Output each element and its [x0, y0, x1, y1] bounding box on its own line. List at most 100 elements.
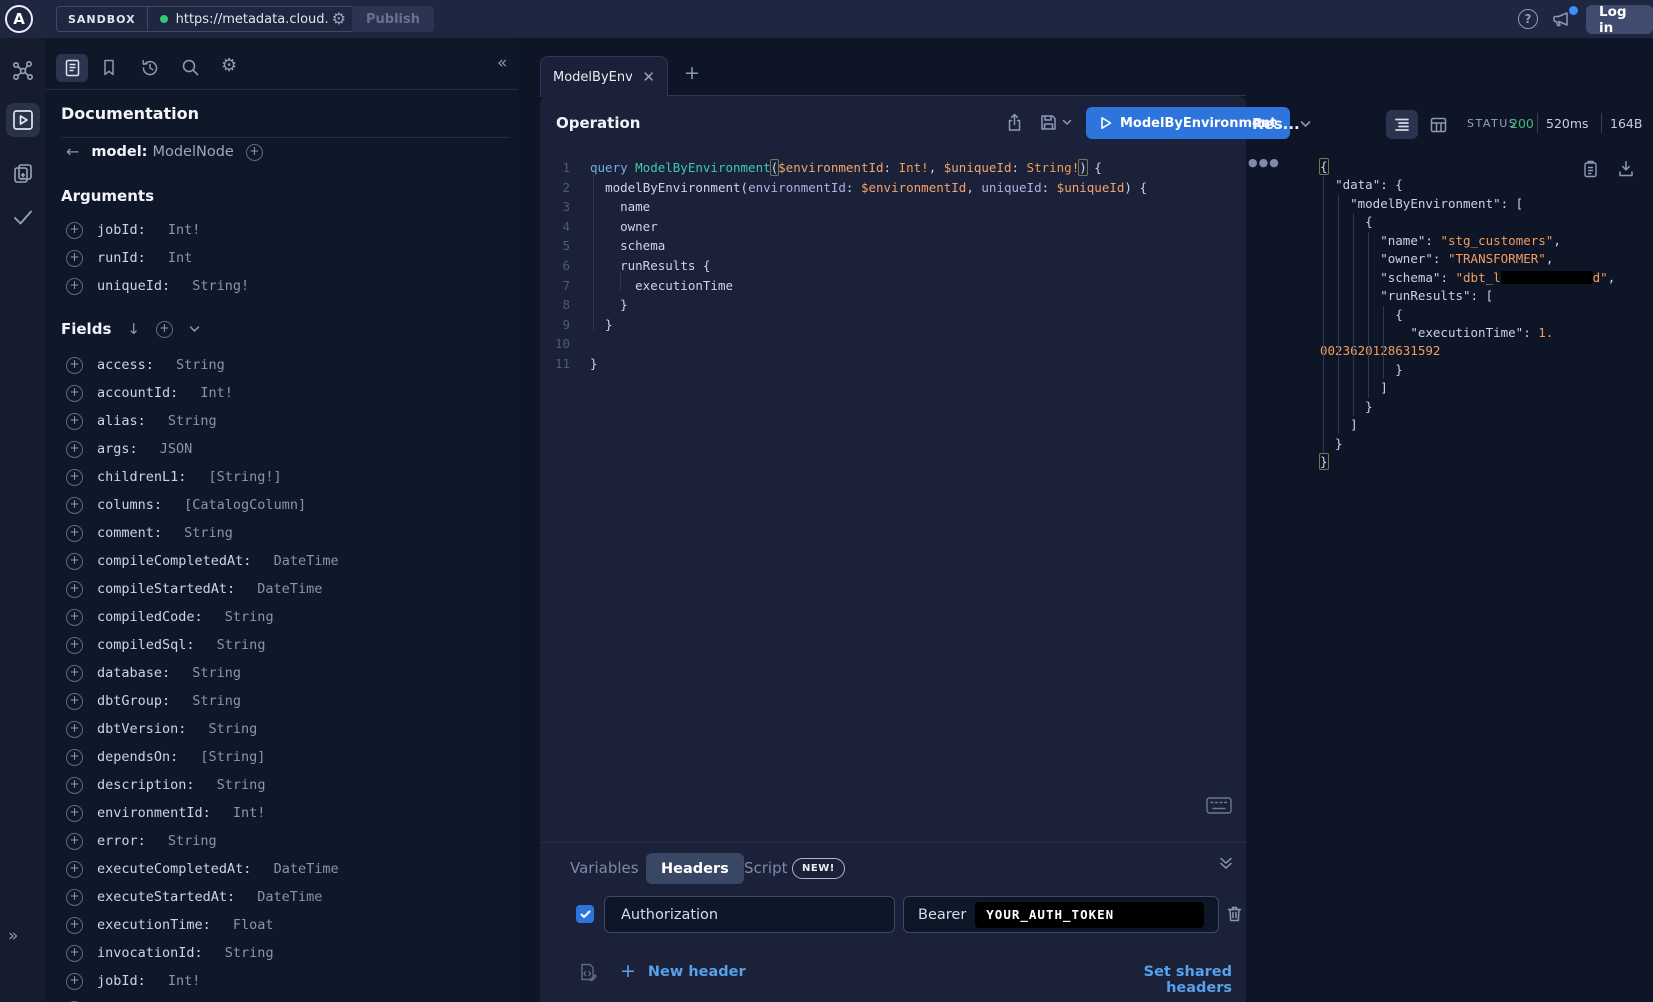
sort-fields-icon[interactable]: ↓ — [127, 320, 140, 338]
field-type[interactable]: Int — [160, 250, 193, 266]
preview-headers-icon[interactable] — [578, 962, 597, 983]
field-name[interactable]: dbtVersion: — [97, 721, 186, 737]
add-field-to-query-icon[interactable]: + — [66, 413, 83, 430]
field-name[interactable]: error: — [97, 833, 146, 849]
field-type[interactable]: String — [168, 357, 225, 373]
field-name[interactable]: compiledSql: — [97, 637, 195, 653]
response-chevron-down-icon[interactable] — [1300, 120, 1311, 128]
field-type[interactable]: Int! — [160, 222, 201, 238]
field-type[interactable]: Int! — [192, 385, 233, 401]
field-name[interactable]: environmentId: — [97, 805, 211, 821]
save-operation-icon[interactable] — [1040, 114, 1057, 131]
field-name[interactable]: jobId: — [97, 973, 146, 989]
add-field-to-query-icon[interactable]: + — [66, 278, 83, 295]
explorer-settings-gear-icon[interactable]: ⚙ — [221, 57, 237, 75]
field-name[interactable]: runId: — [97, 250, 146, 266]
add-field-to-query-icon[interactable]: + — [66, 357, 83, 374]
add-field-to-query-icon[interactable]: + — [66, 777, 83, 794]
new-header-button[interactable]: + New header — [620, 962, 746, 981]
code-line[interactable]: 1query ModelByEnvironment($environmentId… — [544, 158, 1147, 178]
add-field-to-query-icon[interactable]: + — [66, 469, 83, 486]
code-line[interactable]: 4 owner — [544, 217, 1147, 237]
schema-graph-icon[interactable] — [11, 59, 35, 83]
tab-script[interactable]: Script — [744, 859, 788, 877]
field-type[interactable]: [String!] — [200, 469, 281, 485]
field-name[interactable]: comment: — [97, 525, 162, 541]
add-field-to-query-icon[interactable]: + — [66, 917, 83, 934]
add-field-to-query-icon[interactable]: + — [66, 833, 83, 850]
field-name[interactable]: jobId: — [97, 222, 146, 238]
code-line[interactable]: 11} — [544, 354, 1147, 374]
endpoint-url-input[interactable]: https://metadata.cloud.get — [176, 12, 328, 27]
add-field-to-query-icon[interactable]: + — [66, 721, 83, 738]
code-line[interactable]: 5 schema — [544, 236, 1147, 256]
field-name[interactable]: description: — [97, 777, 195, 793]
response-json-viewer[interactable]: { "data": { "modelByEnvironment": [ { "n… — [1320, 158, 1615, 471]
field-type[interactable]: String — [160, 833, 217, 849]
field-type[interactable]: String — [217, 945, 274, 961]
history-icon[interactable] — [140, 58, 160, 78]
field-name[interactable]: childrenL1: — [97, 469, 186, 485]
field-name[interactable]: uniqueId: — [97, 278, 170, 294]
add-field-to-query-icon[interactable]: + — [66, 385, 83, 402]
add-field-to-query-icon[interactable]: + — [66, 497, 83, 514]
field-type[interactable]: Int! — [160, 973, 201, 989]
new-tab-icon[interactable]: + — [684, 64, 700, 83]
table-view-icon[interactable] — [1430, 117, 1447, 133]
collapse-doc-panel-icon[interactable]: « — [497, 55, 507, 72]
field-name[interactable]: invocationId: — [97, 945, 203, 961]
field-type[interactable]: JSON — [152, 441, 193, 457]
field-type[interactable]: DateTime — [265, 553, 338, 569]
field-name[interactable]: dependsOn: — [97, 749, 178, 765]
add-all-fields-icon[interactable]: + — [156, 321, 173, 338]
field-name[interactable]: dbtGroup: — [97, 693, 170, 709]
field-type[interactable]: String — [176, 525, 233, 541]
add-field-to-query-icon[interactable]: + — [66, 637, 83, 654]
tab-variables[interactable]: Variables — [570, 859, 639, 877]
add-field-to-query-icon[interactable]: + — [66, 973, 83, 990]
field-type[interactable]: String — [209, 777, 266, 793]
add-field-to-query-icon[interactable]: + — [66, 222, 83, 239]
delete-header-trash-icon[interactable] — [1226, 905, 1243, 923]
field-type[interactable]: String — [160, 413, 217, 429]
field-type[interactable]: Int! — [225, 805, 266, 821]
field-type[interactable]: String! — [184, 278, 249, 294]
close-tab-icon[interactable]: ✕ — [642, 70, 655, 85]
add-field-to-query-icon[interactable]: + — [66, 553, 83, 570]
field-type[interactable]: String — [200, 721, 257, 737]
collections-icon[interactable] — [11, 161, 35, 185]
checks-icon[interactable] — [11, 205, 35, 229]
add-field-to-query-icon[interactable]: + — [66, 665, 83, 682]
field-name[interactable]: compileCompletedAt: — [97, 553, 251, 569]
endpoint-settings-gear-icon[interactable]: ⚙ — [332, 11, 346, 27]
add-field-to-query-icon[interactable]: + — [66, 749, 83, 766]
field-type[interactable]: Float — [225, 917, 274, 933]
field-name[interactable]: accountId: — [97, 385, 178, 401]
add-field-to-query-icon[interactable]: + — [66, 609, 83, 626]
add-field-to-query-icon[interactable]: + — [66, 805, 83, 822]
set-shared-headers-link[interactable]: Set shared headers — [1100, 964, 1232, 996]
code-line[interactable]: 8 } — [544, 295, 1147, 315]
field-name[interactable]: alias: — [97, 413, 146, 429]
field-name[interactable]: executeStartedAt: — [97, 889, 235, 905]
back-arrow-icon[interactable]: ← — [66, 144, 79, 160]
operation-tab[interactable]: ModelByEnvi... ✕ — [540, 56, 668, 97]
field-name[interactable]: compiledCode: — [97, 609, 203, 625]
field-type[interactable]: DateTime — [249, 889, 322, 905]
expand-rail-icon[interactable]: » — [8, 928, 18, 945]
add-field-to-query-icon[interactable]: + — [66, 441, 83, 458]
collapse-request-panel-icon[interactable] — [1218, 855, 1234, 871]
header-value-input[interactable]: Bearer YOUR_AUTH_TOKEN — [903, 896, 1219, 933]
field-name[interactable]: compileStartedAt: — [97, 581, 235, 597]
field-type[interactable]: [CatalogColumn] — [176, 497, 306, 513]
keyboard-shortcuts-icon[interactable] — [1206, 797, 1232, 814]
add-field-to-query-icon[interactable]: + — [66, 693, 83, 710]
add-field-to-query-icon[interactable]: + — [66, 889, 83, 906]
add-field-to-query-icon[interactable]: + — [66, 525, 83, 542]
share-operation-icon[interactable] — [1006, 113, 1023, 132]
field-type[interactable]: DateTime — [249, 581, 322, 597]
search-icon[interactable] — [181, 58, 200, 77]
add-field-to-query-icon[interactable]: + — [66, 581, 83, 598]
download-response-icon[interactable] — [1618, 160, 1634, 177]
save-options-chevron-icon[interactable] — [1062, 119, 1072, 126]
